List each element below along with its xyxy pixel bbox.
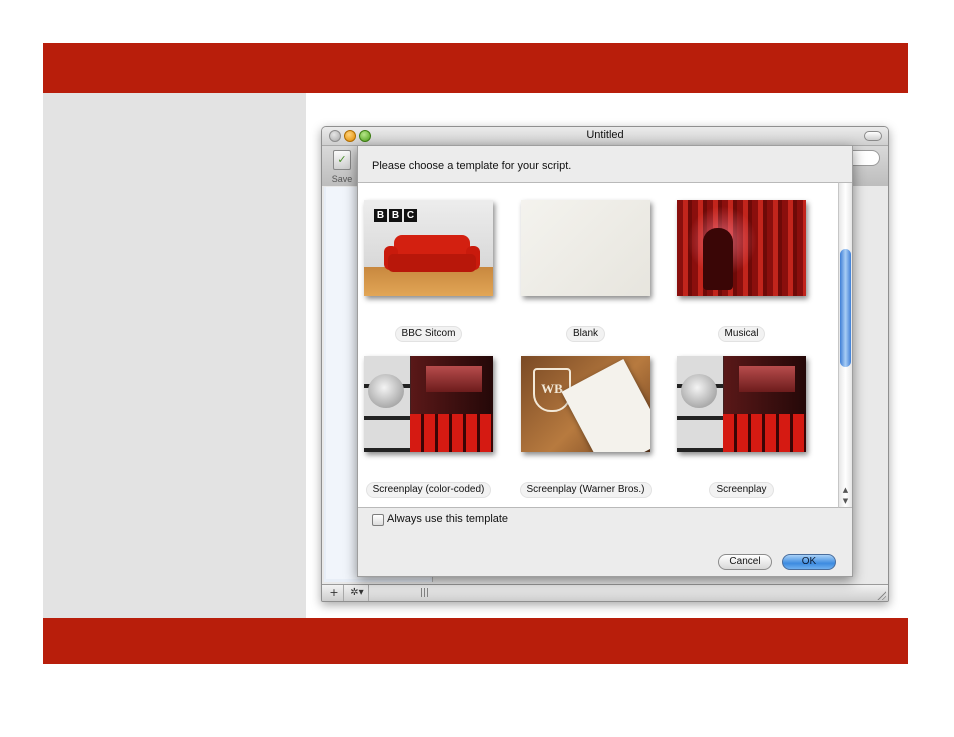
split-view-handle[interactable]: |||: [420, 585, 429, 601]
template-label: Screenplay (color-coded): [358, 477, 499, 498]
template-label: Screenplay (Warner Bros.): [515, 477, 656, 498]
screenplay-color-coded-thumbnail: [364, 356, 493, 452]
template-scrollbar[interactable]: ▲ ▼: [838, 182, 852, 508]
template-bbc-sitcom[interactable]: B B C BBC Sitcom: [358, 183, 514, 343]
window-title: Untitled: [586, 129, 624, 141]
bbc-logo-letter: B: [374, 209, 387, 222]
blank-thumbnail: [521, 200, 650, 296]
toolbar-toggle-button[interactable]: [864, 131, 882, 141]
scrollbar-thumb[interactable]: [840, 249, 851, 367]
bbc-logo: B B C: [374, 209, 417, 222]
bbc-sitcom-thumbnail: B B C: [364, 200, 493, 296]
template-blank[interactable]: Blank: [515, 183, 671, 343]
template-screenplay-warner-bros[interactable]: WB Screenplay (Warner Bros.): [515, 339, 671, 499]
window-bottom-bar: + ✲▾ |||: [322, 584, 888, 601]
sheet-prompt: Please choose a template for your script…: [372, 160, 572, 172]
template-musical[interactable]: Musical: [671, 183, 827, 343]
screenplay-warner-bros-thumbnail: WB: [521, 356, 650, 452]
chevron-down-icon[interactable]: ▼: [839, 496, 852, 506]
template-grid: B B C BBC Sitcom Blank Musical Screenpla…: [358, 182, 838, 508]
template-screenplay-color-coded[interactable]: Screenplay (color-coded): [358, 339, 514, 499]
dancer-silhouette: [703, 228, 733, 290]
top-banner: [43, 43, 908, 93]
bbc-logo-letter: B: [389, 209, 402, 222]
resize-grip[interactable]: [876, 590, 886, 600]
ok-button[interactable]: OK: [782, 554, 836, 570]
template-chooser-sheet: Please choose a template for your script…: [357, 145, 853, 577]
save-label: Save: [331, 174, 353, 184]
save-icon: ✓: [333, 150, 351, 170]
bbc-logo-letter: C: [404, 209, 417, 222]
template-screenplay[interactable]: Screenplay: [671, 339, 827, 499]
script-page-image: [561, 358, 650, 452]
bottom-banner: [43, 618, 908, 664]
gear-icon[interactable]: ✲▾: [346, 585, 369, 601]
save-button[interactable]: ✓ Save: [328, 148, 356, 184]
title-bar[interactable]: Untitled: [322, 127, 888, 146]
plus-icon[interactable]: +: [325, 585, 344, 601]
always-use-template-label: Always use this template: [387, 513, 509, 525]
left-panel: [43, 93, 306, 618]
cancel-button[interactable]: Cancel: [718, 554, 772, 570]
template-label: Screenplay: [671, 477, 812, 498]
screenplay-thumbnail: [677, 356, 806, 452]
musical-thumbnail: [677, 200, 806, 296]
chevron-up-icon[interactable]: ▲: [839, 485, 852, 495]
always-use-template-checkbox[interactable]: [372, 514, 384, 526]
